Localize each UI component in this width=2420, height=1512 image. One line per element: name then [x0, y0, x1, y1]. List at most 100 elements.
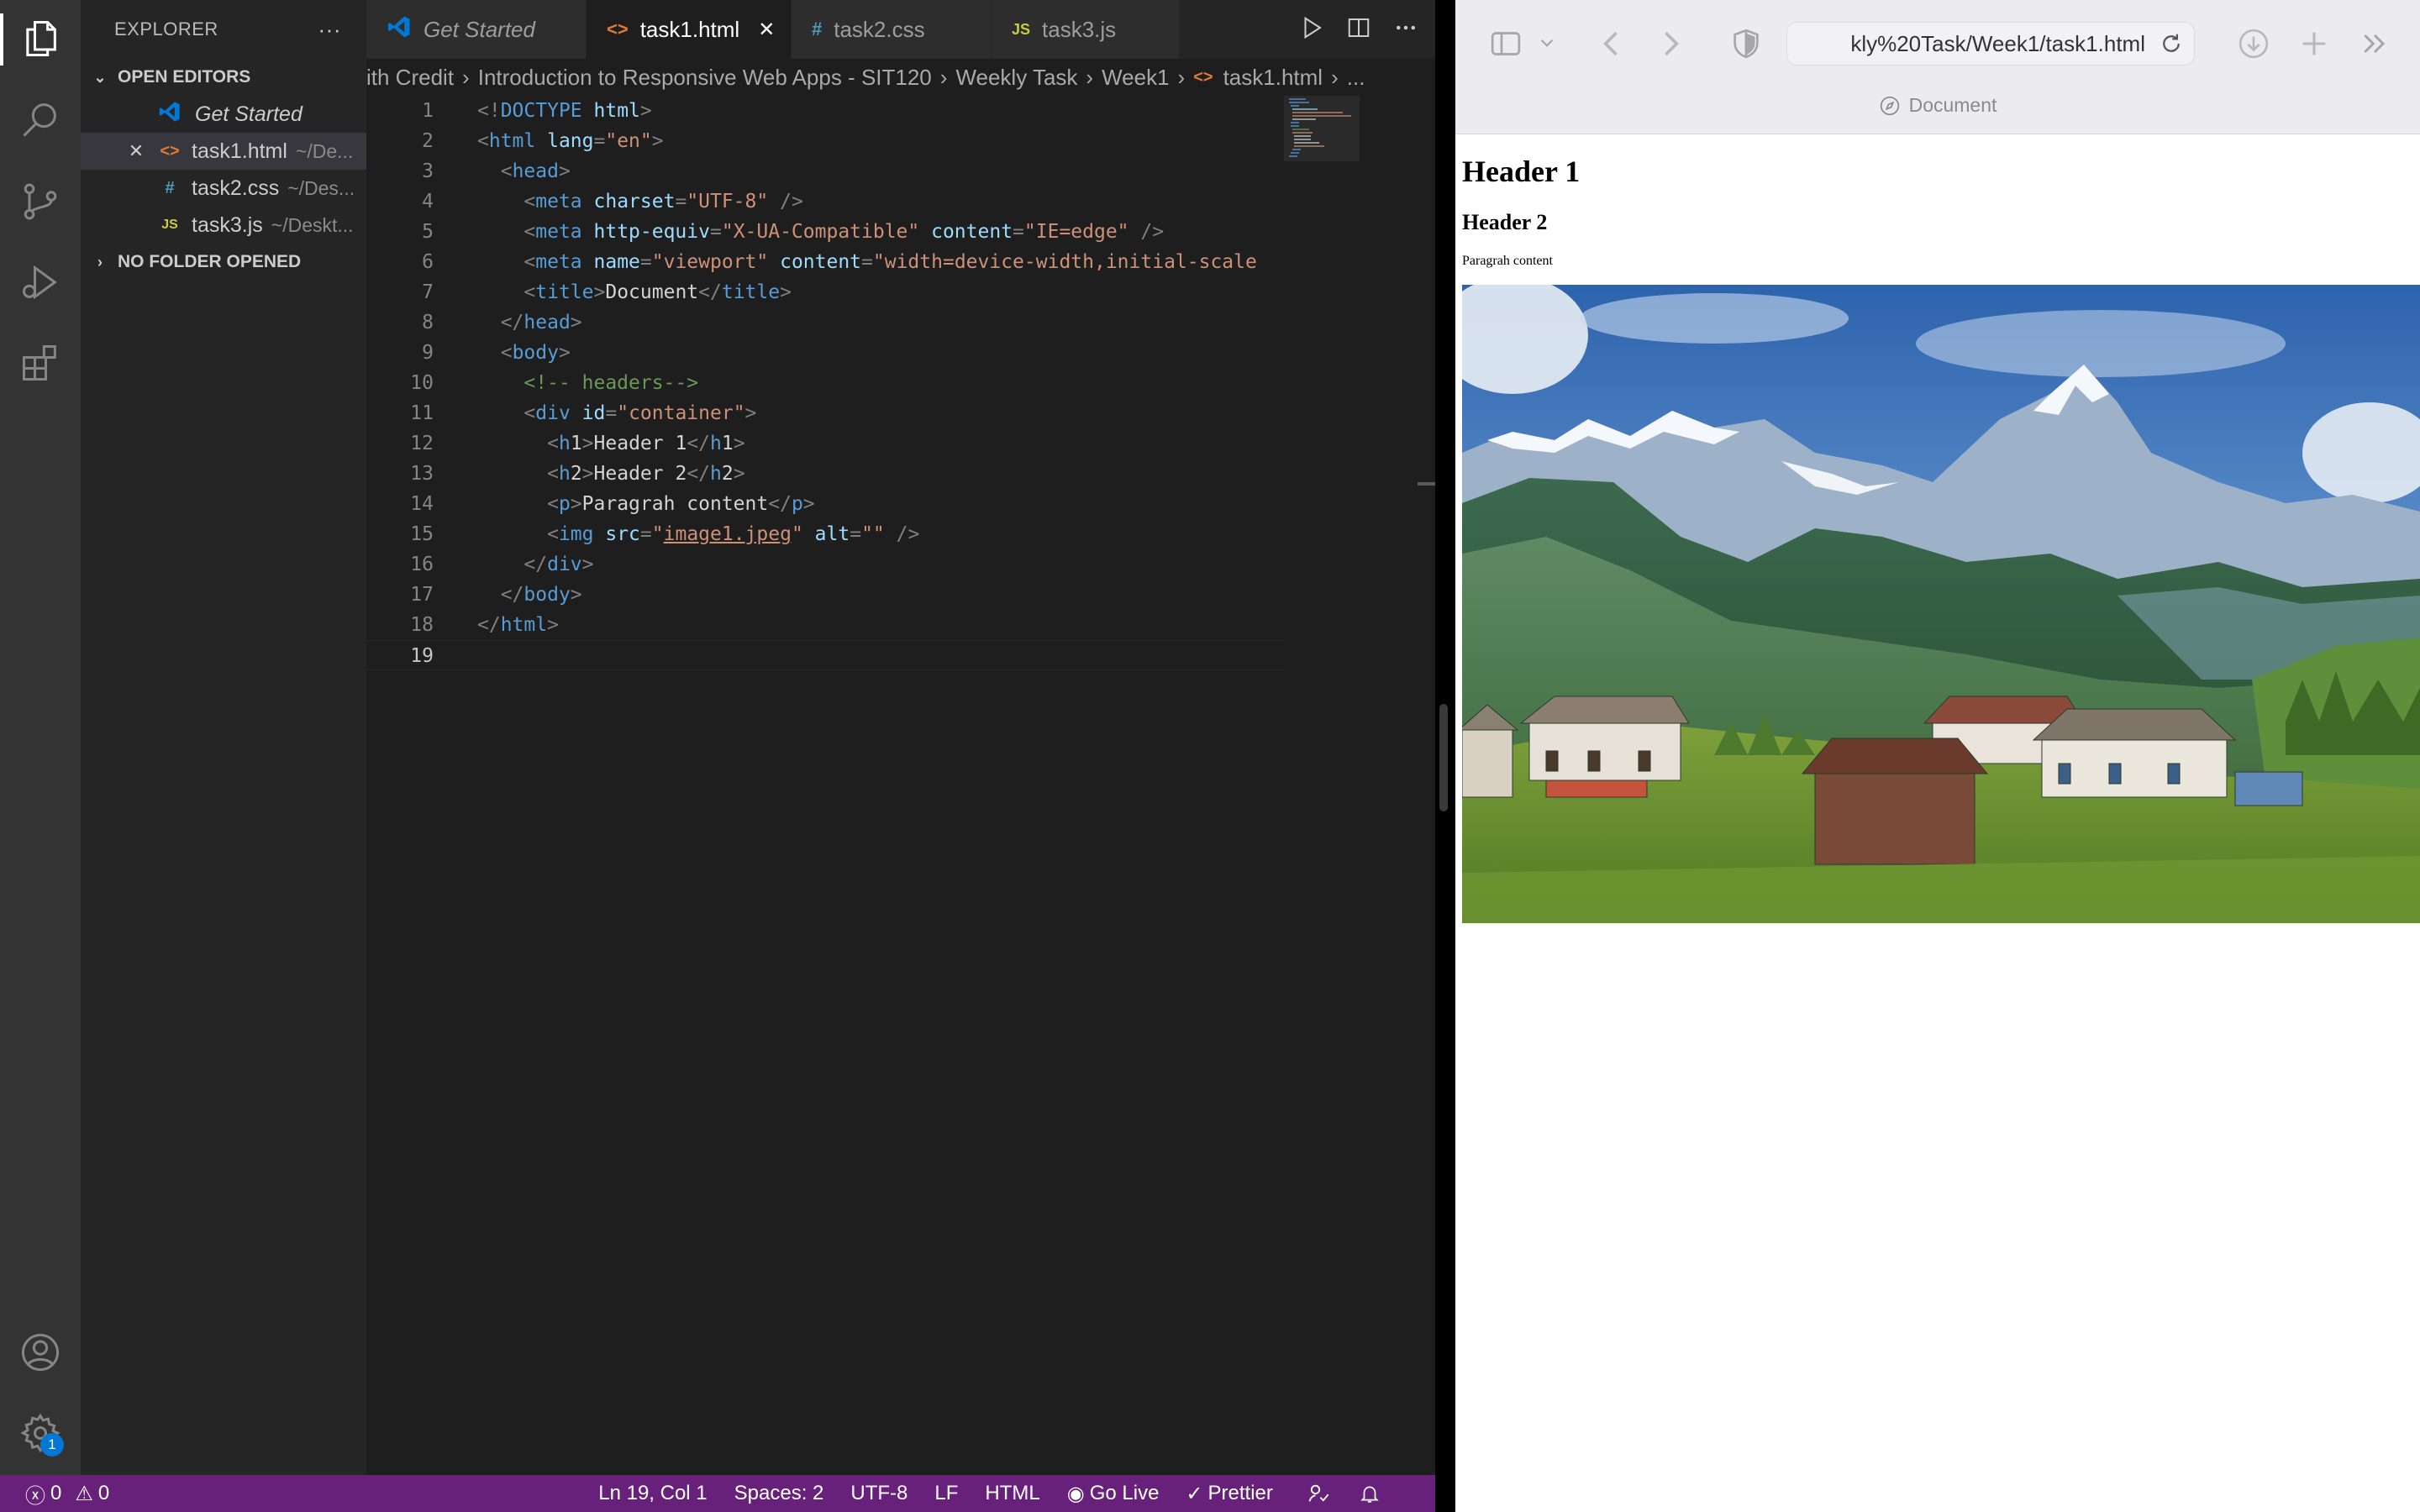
code-text: <body>: [500, 342, 571, 364]
chevron-down-icon[interactable]: [1536, 32, 1558, 54]
run-icon[interactable]: [1299, 15, 1324, 45]
editor-scrollbar[interactable]: [1413, 96, 1439, 1475]
chevron-right-icon: ›: [1086, 64, 1094, 90]
open-editor-label: task3.js: [192, 213, 263, 237]
line-ending[interactable]: LF: [934, 1482, 958, 1505]
chevron-right-icon: ›: [462, 64, 470, 90]
reload-icon[interactable]: [2159, 31, 2184, 56]
encoding[interactable]: UTF-8: [850, 1482, 908, 1505]
code-text: <div id="container">: [523, 402, 757, 424]
open-editor-path: ~/De...: [295, 139, 354, 162]
tab-get-started[interactable]: Get Started: [366, 0, 587, 59]
problems-indicator[interactable]: ⓧ 0 ⚠ 0: [25, 1479, 109, 1509]
code-line[interactable]: 4 <meta charset="UTF-8" />: [366, 186, 1284, 217]
code-line[interactable]: 2 <html lang="en">: [366, 126, 1284, 156]
breadcrumb-item[interactable]: ith Credit: [366, 65, 454, 91]
notifications-bell-icon[interactable]: [1359, 1483, 1381, 1504]
more-actions-icon[interactable]: [1393, 15, 1418, 45]
line-number: 8: [422, 312, 434, 333]
open-editor-task3-js[interactable]: JS task3.js ~/Deskt...: [81, 207, 366, 244]
open-editor-label: task2.css: [192, 176, 280, 200]
open-editor-label: task1.html: [192, 139, 287, 163]
line-number: 5: [422, 221, 434, 243]
open-editor-task1-html[interactable]: ✕ <> task1.html ~/De...: [81, 133, 366, 170]
open-editors-section[interactable]: ⌄ OPEN EDITORS: [81, 59, 366, 96]
breadcrumb-item[interactable]: ...: [1347, 65, 1365, 91]
page-paragraph: Paragrah content: [1462, 254, 1553, 268]
search-icon[interactable]: [15, 94, 66, 144]
split-editor-icon[interactable]: [1346, 15, 1371, 45]
code-text: <meta http-equiv="X-UA-Compatible" conte…: [523, 221, 1165, 243]
line-number: 3: [422, 160, 434, 182]
code-line[interactable]: 12 <h1>Header 1</h1>: [366, 428, 1284, 459]
code-line[interactable]: 7 <title>Document</title>: [366, 277, 1284, 307]
resize-handle[interactable]: [1439, 704, 1448, 811]
tab-task2-css[interactable]: # task2.css: [792, 0, 992, 59]
code-line[interactable]: 6 <meta name="viewport" content="width=d…: [366, 247, 1284, 277]
new-tab-icon[interactable]: [2297, 27, 2331, 60]
code-line[interactable]: 14 <p>Paragrah content</p>: [366, 489, 1284, 519]
breadcrumb-item[interactable]: Introduction to Responsive Web Apps - SI…: [478, 65, 932, 91]
code-line[interactable]: 18 </html>: [366, 610, 1284, 640]
code-line[interactable]: 11 <div id="container">: [366, 398, 1284, 428]
code-line[interactable]: 10 <!-- headers-->: [366, 368, 1284, 398]
explorer-icon[interactable]: [15, 13, 66, 64]
line-number: 2: [422, 130, 434, 152]
tab-task3-js[interactable]: JS task3.js: [992, 0, 1180, 59]
settings-gear-icon[interactable]: 1: [15, 1408, 66, 1458]
open-editor-task2-css[interactable]: # task2.css ~/Des...: [81, 170, 366, 207]
cursor-position[interactable]: Ln 19, Col 1: [598, 1482, 707, 1505]
broadcast-icon: ◉: [1066, 1482, 1085, 1505]
forward-icon[interactable]: [1652, 25, 1689, 62]
code-line[interactable]: 13 <h2>Header 2</h2>: [366, 459, 1284, 489]
code-line[interactable]: 5 <meta http-equiv="X-UA-Compatible" con…: [366, 217, 1284, 247]
open-editor-get-started[interactable]: Get Started: [81, 96, 366, 133]
code-text: <meta charset="UTF-8" />: [523, 191, 803, 213]
run-debug-icon[interactable]: [15, 257, 66, 307]
go-live-label: Go Live: [1089, 1482, 1160, 1504]
tab-task1-html[interactable]: <> task1.html ✕: [587, 0, 792, 59]
code-line[interactable]: 19: [366, 640, 1284, 670]
breadcrumb-item[interactable]: task1.html: [1223, 65, 1323, 91]
extensions-icon[interactable]: [15, 338, 66, 388]
js-icon: JS: [161, 218, 178, 232]
prettier-button[interactable]: ✓ Prettier: [1186, 1482, 1272, 1506]
check-icon: ✓: [1186, 1482, 1203, 1505]
breadcrumb-item[interactable]: Weekly Task: [955, 65, 1077, 91]
back-icon[interactable]: [1593, 25, 1630, 62]
sidebar-toggle-icon[interactable]: [1489, 27, 1523, 60]
safari-window: kly%20Task/Week1/task1.html Document Hea…: [1455, 0, 2420, 1512]
editor-tabs: Get Started <> task1.html ✕ # task2.css …: [366, 0, 1435, 59]
code-line[interactable]: 3 <head>: [366, 156, 1284, 186]
code-line[interactable]: 8 </head>: [366, 307, 1284, 338]
code-line[interactable]: 9 <body>: [366, 338, 1284, 368]
code-line[interactable]: 15 <img src="image1.jpeg" alt="" />: [366, 519, 1284, 549]
code-editor[interactable]: 1 <!DOCTYPE html> 2 <html lang="en"> 3 <head…: [366, 96, 1284, 1475]
no-folder-section[interactable]: › NO FOLDER OPENED: [81, 244, 366, 281]
code-line[interactable]: 17 </body>: [366, 580, 1284, 610]
open-editor-label: Get Started: [195, 102, 302, 126]
accounts-icon[interactable]: [15, 1327, 66, 1378]
close-icon[interactable]: ✕: [119, 140, 153, 162]
vscode-logo-icon: [387, 14, 412, 45]
settings-badge: 1: [40, 1433, 64, 1457]
line-number: 11: [410, 402, 434, 424]
more-actions-icon[interactable]: ···: [318, 17, 341, 43]
indentation[interactable]: Spaces: 2: [734, 1482, 824, 1505]
source-control-icon[interactable]: [15, 176, 66, 227]
tab-overview-chevrons-icon[interactable]: [2358, 27, 2391, 60]
html-icon: <>: [607, 18, 629, 39]
privacy-shield-icon[interactable]: [1729, 27, 1763, 60]
downloads-icon[interactable]: [2237, 27, 2270, 60]
feedback-icon[interactable]: [1307, 1482, 1330, 1505]
go-live-button[interactable]: ◉ Go Live: [1067, 1482, 1160, 1506]
language-mode[interactable]: HTML: [985, 1482, 1039, 1505]
close-icon[interactable]: ✕: [758, 18, 775, 42]
code-line[interactable]: 16 </div>: [366, 549, 1284, 580]
code-line[interactable]: 1 <!DOCTYPE html>: [366, 96, 1284, 126]
minimap[interactable]: [1284, 96, 1360, 1475]
safari-tab-title[interactable]: Document: [1455, 94, 2420, 117]
code-text: <title>Document</title>: [523, 281, 792, 303]
address-bar[interactable]: kly%20Task/Week1/task1.html: [1786, 22, 2195, 66]
breadcrumb-item[interactable]: Week1: [1102, 65, 1169, 91]
